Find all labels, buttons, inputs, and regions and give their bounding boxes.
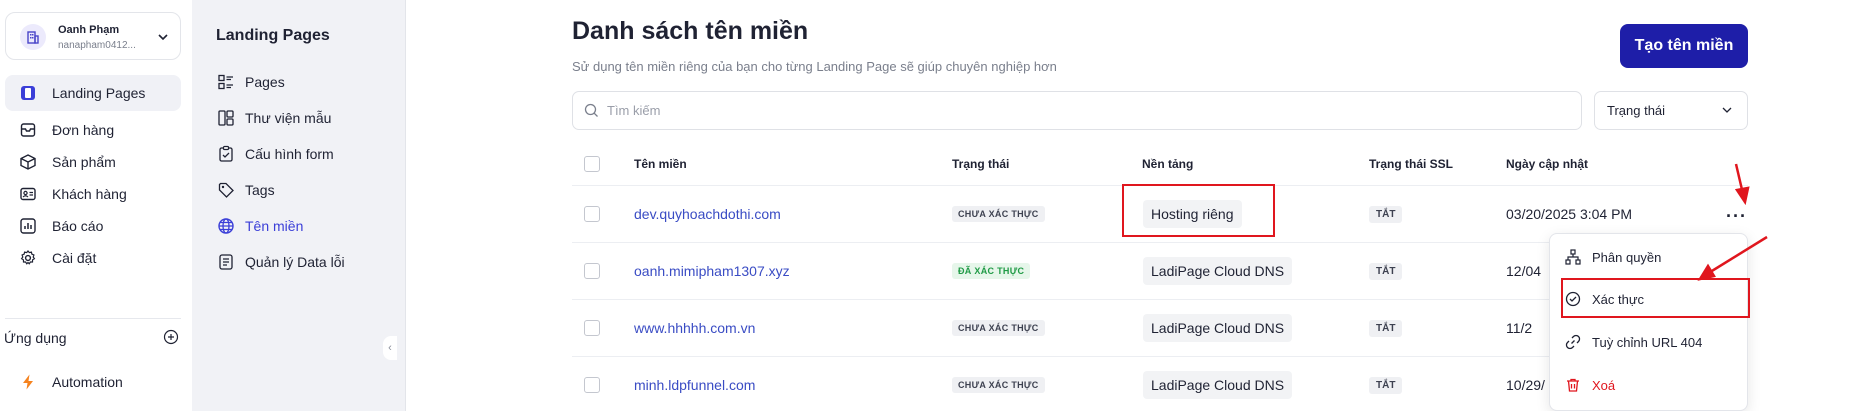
annotation-arrowhead xyxy=(1697,263,1716,281)
app-root: Oanh Phạm nanapham0412... Landing Pages … xyxy=(0,0,1871,411)
annotation-arrow xyxy=(1706,235,1768,276)
annotation-arrows xyxy=(1697,163,1768,281)
annotation-arrowhead xyxy=(1734,186,1750,206)
